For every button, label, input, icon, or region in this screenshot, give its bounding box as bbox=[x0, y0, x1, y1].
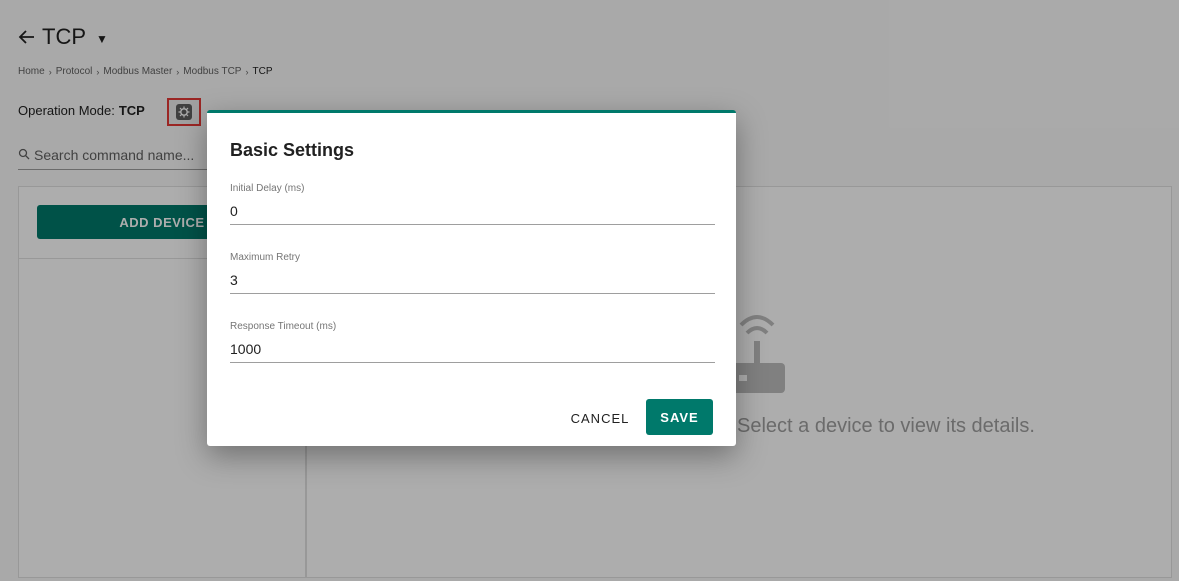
maximum-retry-value[interactable]: 3 bbox=[230, 272, 238, 288]
initial-delay-label: Initial Delay (ms) bbox=[230, 183, 305, 194]
cancel-button[interactable]: CANCEL bbox=[567, 401, 633, 435]
dialog-title: Basic Settings bbox=[230, 140, 355, 160]
basic-settings-dialog: Basic Settings Initial Delay (ms) 0 Maxi… bbox=[207, 110, 736, 446]
maximum-retry-label: Maximum Retry bbox=[230, 252, 301, 263]
response-timeout-field[interactable]: Response Timeout (ms) 1000 bbox=[230, 321, 715, 363]
maximum-retry-field[interactable]: Maximum Retry 3 bbox=[230, 252, 715, 294]
initial-delay-value[interactable]: 0 bbox=[230, 203, 238, 219]
response-timeout-label: Response Timeout (ms) bbox=[230, 321, 337, 332]
initial-delay-field[interactable]: Initial Delay (ms) 0 bbox=[230, 183, 715, 225]
save-button[interactable]: SAVE bbox=[646, 399, 713, 435]
response-timeout-value[interactable]: 1000 bbox=[230, 341, 261, 357]
